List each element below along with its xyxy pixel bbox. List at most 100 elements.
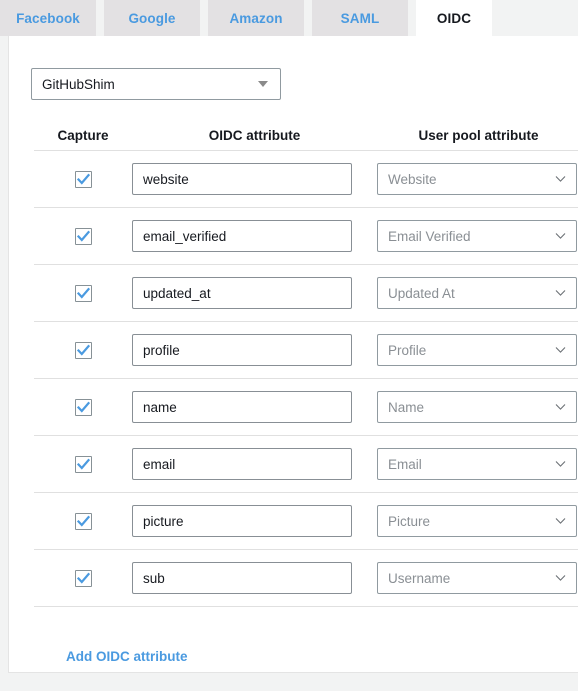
user-pool-attribute-value: Picture [388,513,431,529]
user-pool-attribute-select[interactable]: Name [377,391,577,423]
check-icon [76,458,90,470]
user-pool-attribute-select[interactable]: Email Verified [377,220,577,252]
oidc-panel: GitHubShim Capture OIDC attribute User p… [8,36,578,673]
user-pool-attribute-cell: Username [377,562,578,594]
table-row: Email [34,436,578,493]
user-pool-attribute-select[interactable]: Email [377,448,577,480]
oidc-attribute-input[interactable] [132,391,352,423]
oidc-attribute-input[interactable] [132,220,352,252]
chevron-down-icon [555,518,566,525]
provider-select-value: GitHubShim [42,76,115,92]
oidc-attribute-cell [132,163,377,195]
capture-cell [34,569,132,587]
table-row: Updated At [34,265,578,322]
oidc-attribute-input[interactable] [132,448,352,480]
user-pool-attribute-value: Updated At [388,285,455,301]
chevron-down-icon [555,290,566,297]
tab-label: SAML [340,10,380,26]
table-row: Profile [34,322,578,379]
tab-label: Amazon [229,10,283,26]
tab-label: OIDC [436,10,472,26]
user-pool-attribute-select[interactable]: Profile [377,334,577,366]
chevron-down-icon [555,176,566,183]
chevron-down-icon [555,233,566,240]
tab-google[interactable]: Google [104,0,200,36]
user-pool-attribute-select[interactable]: Picture [377,505,577,537]
capture-checkbox[interactable] [74,398,92,416]
chevron-down-icon [555,575,566,582]
oidc-attribute-input[interactable] [132,562,352,594]
check-icon [76,344,90,356]
user-pool-attribute-value: Website [388,171,437,187]
tab-saml[interactable]: SAML [312,0,408,36]
user-pool-attribute-cell: Email Verified [377,220,578,252]
oidc-attribute-cell [132,448,377,480]
user-pool-attribute-cell: Name [377,391,578,423]
check-icon [76,515,90,527]
caret-down-icon [258,81,268,87]
user-pool-attribute-value: Email [388,456,422,472]
add-oidc-attribute-link[interactable]: Add OIDC attribute [66,649,188,664]
tab-bar: Facebook Google Amazon SAML OIDC [0,0,578,36]
capture-checkbox[interactable] [74,341,92,359]
user-pool-attribute-cell: Website [377,163,578,195]
user-pool-attribute-cell: Picture [377,505,578,537]
oidc-attribute-cell [132,562,377,594]
provider-select-wrapper: GitHubShim [31,68,281,100]
user-pool-attribute-value: Username [388,570,451,586]
user-pool-attribute-cell: Profile [377,334,578,366]
table-row: Picture [34,493,578,550]
oidc-attribute-input[interactable] [132,505,352,537]
chevron-down-icon [555,461,566,468]
oidc-attribute-input[interactable] [132,277,352,309]
capture-cell [34,455,132,473]
table-header-row: Capture OIDC attribute User pool attribu… [34,120,578,151]
capture-checkbox[interactable] [74,227,92,245]
user-pool-attribute-cell: Updated At [377,277,578,309]
attribute-mapping-table: Capture OIDC attribute User pool attribu… [34,120,578,607]
table-row: Email Verified [34,208,578,265]
capture-checkbox[interactable] [74,284,92,302]
oidc-attribute-input[interactable] [132,163,352,195]
capture-checkbox[interactable] [74,455,92,473]
column-header-oidc-attribute: OIDC attribute [208,127,301,143]
user-pool-attribute-value: Email Verified [388,228,471,244]
column-header-user-pool-attribute: User pool attribute [418,127,539,143]
user-pool-attribute-select[interactable]: Website [377,163,577,195]
capture-cell [34,398,132,416]
chevron-down-icon [555,404,566,411]
capture-cell [34,284,132,302]
capture-cell [34,227,132,245]
provider-select[interactable]: GitHubShim [31,68,281,100]
check-icon [76,287,90,299]
tab-amazon[interactable]: Amazon [208,0,304,36]
oidc-attribute-cell [132,391,377,423]
capture-cell [34,170,132,188]
tab-label: Google [128,10,176,26]
capture-checkbox[interactable] [74,569,92,587]
oidc-attribute-cell [132,334,377,366]
tab-facebook[interactable]: Facebook [0,0,96,36]
tab-oidc[interactable]: OIDC [416,0,492,36]
table-row: Website [34,151,578,208]
user-pool-attribute-select[interactable]: Username [377,562,577,594]
check-icon [76,401,90,413]
check-icon [76,173,90,185]
user-pool-attribute-cell: Email [377,448,578,480]
capture-cell [34,512,132,530]
capture-checkbox[interactable] [74,512,92,530]
chevron-down-icon [555,347,566,354]
oidc-attribute-cell [132,220,377,252]
capture-checkbox[interactable] [74,170,92,188]
check-icon [76,230,90,242]
check-icon [76,572,90,584]
table-row: Name [34,379,578,436]
capture-cell [34,341,132,359]
table-row: Username [34,550,578,607]
oidc-attribute-cell [132,505,377,537]
user-pool-attribute-select[interactable]: Updated At [377,277,577,309]
oidc-attribute-input[interactable] [132,334,352,366]
column-header-capture: Capture [57,127,109,143]
user-pool-attribute-value: Profile [388,342,427,358]
oidc-attribute-cell [132,277,377,309]
